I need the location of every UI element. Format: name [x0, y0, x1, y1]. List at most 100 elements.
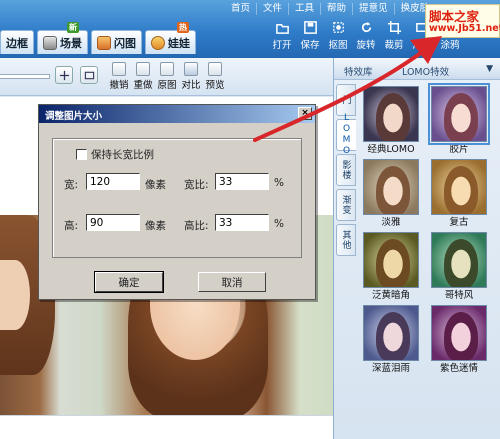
- effects-panel: 特效库 LOMO特效 ▼ 门 LOMO 影楼 渐变 其他 经典LOMO 胶片 淡…: [333, 58, 500, 439]
- tab-scene[interactable]: 场景 新: [37, 22, 88, 54]
- menu-home[interactable]: 首页: [225, 3, 258, 15]
- effect-elegant[interactable]: 淡雅: [361, 159, 421, 228]
- open-button[interactable]: 打开: [268, 20, 296, 51]
- original-icon: [160, 62, 174, 76]
- tab-flash-label: 闪图: [114, 36, 136, 50]
- effect-film[interactable]: 胶片: [428, 83, 490, 155]
- effect-preview: [428, 83, 490, 145]
- rotate-label: 旋转: [356, 40, 376, 51]
- height-ratio-input[interactable]: [215, 214, 269, 231]
- collapse-arrow-icon[interactable]: ▼: [486, 64, 493, 74]
- ok-button[interactable]: 确定: [94, 271, 164, 293]
- redo-label: 重做: [133, 80, 153, 91]
- open-icon: [275, 20, 290, 35]
- compare-button[interactable]: 对比: [180, 62, 202, 91]
- dialog-title: 调整图片大小: [45, 111, 103, 122]
- doll-icon: [151, 35, 165, 50]
- effect-purple-passion[interactable]: 紫色迷情: [429, 305, 489, 374]
- actual-size-button[interactable]: [80, 66, 98, 84]
- canvas-bottom-bar: [0, 415, 333, 439]
- undo-label: 撤销: [109, 80, 129, 91]
- tab-frame[interactable]: 边框: [0, 30, 34, 54]
- undo-button[interactable]: 撤销: [108, 62, 130, 91]
- top-bar: 首页 文件 工具 帮助 提意见 换皮肤 边框 场景 新 闪图 娃娃 热 打开 保…: [0, 0, 500, 58]
- width-input[interactable]: [86, 173, 140, 190]
- effect-preview: [431, 305, 487, 361]
- size-label: 尺寸: [412, 40, 432, 51]
- cutout-label: 抠图: [328, 40, 348, 51]
- menu-feedback[interactable]: 提意见: [353, 3, 395, 15]
- effects-library-tab[interactable]: 特效库: [344, 64, 373, 78]
- effect-preview: [363, 305, 419, 361]
- menu-file[interactable]: 文件: [257, 3, 290, 15]
- effect-preview: [431, 232, 487, 288]
- dialog-title-bar[interactable]: 调整图片大小 ×: [39, 105, 315, 123]
- scene-icon: [43, 35, 57, 50]
- new-badge: 新: [67, 22, 79, 33]
- tab-scene-label: 场景: [60, 36, 82, 50]
- open-label: 打开: [272, 40, 292, 51]
- cutout-button[interactable]: 抠图: [324, 20, 352, 51]
- preview-icon: [208, 62, 222, 76]
- effects-panel-header: 特效库 LOMO特效 ▼: [334, 58, 500, 80]
- menu-tools[interactable]: 工具: [289, 3, 322, 15]
- effect-preview: [363, 232, 419, 288]
- checkbox-box[interactable]: [76, 149, 87, 160]
- photo-left-face: [0, 260, 30, 330]
- effect-deep-blue-rain[interactable]: 深蓝泪雨: [361, 305, 421, 374]
- effect-classic-lomo[interactable]: 经典LOMO: [361, 86, 421, 155]
- zoom-slider[interactable]: [0, 74, 50, 79]
- zoom-fit-button[interactable]: [55, 66, 73, 84]
- width-ratio-unit: %: [274, 177, 284, 189]
- category-tab-0[interactable]: 门: [336, 84, 356, 116]
- effect-label: 胶片: [449, 144, 469, 155]
- effect-label: 紫色迷情: [439, 363, 478, 374]
- effect-label: 复古: [449, 217, 469, 228]
- height-input[interactable]: [86, 214, 140, 231]
- tab-frame-label: 边框: [6, 36, 28, 50]
- effect-category-tabs: 门 LOMO 影楼 渐变 其他: [336, 84, 356, 259]
- effect-label: 泛黄暗角: [371, 290, 410, 301]
- tab-doll[interactable]: 娃娃 热: [145, 22, 196, 54]
- lomo-effects-tab[interactable]: LOMO特效: [402, 64, 449, 78]
- effect-preview: [431, 159, 487, 215]
- save-button[interactable]: 保存: [296, 20, 324, 51]
- category-tab-studio[interactable]: 影楼: [336, 154, 356, 186]
- edit-buttons: 撤销 重做 原图 对比 预览: [108, 62, 226, 91]
- doodle-label: 涂鸦: [440, 40, 460, 51]
- menu-help[interactable]: 帮助: [321, 3, 354, 15]
- compare-label: 对比: [181, 80, 201, 91]
- tab-flash[interactable]: 闪图: [91, 30, 142, 54]
- cutout-icon: [331, 20, 346, 35]
- redo-button[interactable]: 重做: [132, 62, 154, 91]
- top-menu: 首页 文件 工具 帮助 提意见 换皮肤: [225, 3, 435, 15]
- fit-icon: [59, 70, 69, 80]
- effect-label: 哥特风: [444, 290, 474, 301]
- keep-ratio-checkbox[interactable]: 保持长宽比例: [76, 147, 154, 162]
- width-ratio-input[interactable]: [215, 173, 269, 190]
- rotate-button[interactable]: 旋转: [352, 20, 380, 51]
- effect-yellow-vignette[interactable]: 泛黄暗角: [361, 232, 421, 301]
- cancel-button[interactable]: 取消: [198, 272, 266, 292]
- original-button[interactable]: 原图: [156, 62, 178, 91]
- hot-badge: 热: [177, 22, 189, 33]
- preview-button[interactable]: 预览: [204, 62, 226, 91]
- category-tab-lomo[interactable]: LOMO: [336, 113, 356, 157]
- effect-preview: [363, 86, 419, 142]
- watermark: 脚本之家 www.Jb51.net: [425, 4, 500, 38]
- mode-tabs: 边框 场景 新 闪图 娃娃 热: [0, 22, 196, 54]
- keep-ratio-label: 保持长宽比例: [91, 149, 154, 161]
- height-unit: 像素: [145, 220, 166, 232]
- compare-icon: [184, 62, 198, 76]
- effect-gothic[interactable]: 哥特风: [429, 232, 489, 301]
- category-tab-other[interactable]: 其他: [336, 224, 356, 256]
- redo-icon: [136, 62, 150, 76]
- category-tab-gradient[interactable]: 渐变: [336, 189, 356, 221]
- edit-toolbar: 撤销 重做 原图 对比 预览: [0, 58, 333, 96]
- width-unit: 像素: [145, 179, 166, 191]
- crop-button[interactable]: 裁剪: [380, 20, 408, 51]
- close-icon[interactable]: ×: [298, 107, 312, 120]
- effect-thumbnails: 经典LOMO 胶片 淡雅 复古 泛黄暗角 哥特风 深蓝泪雨 紫色迷情: [361, 83, 497, 374]
- effect-vintage[interactable]: 复古: [429, 159, 489, 228]
- effect-label: 深蓝泪雨: [371, 363, 410, 374]
